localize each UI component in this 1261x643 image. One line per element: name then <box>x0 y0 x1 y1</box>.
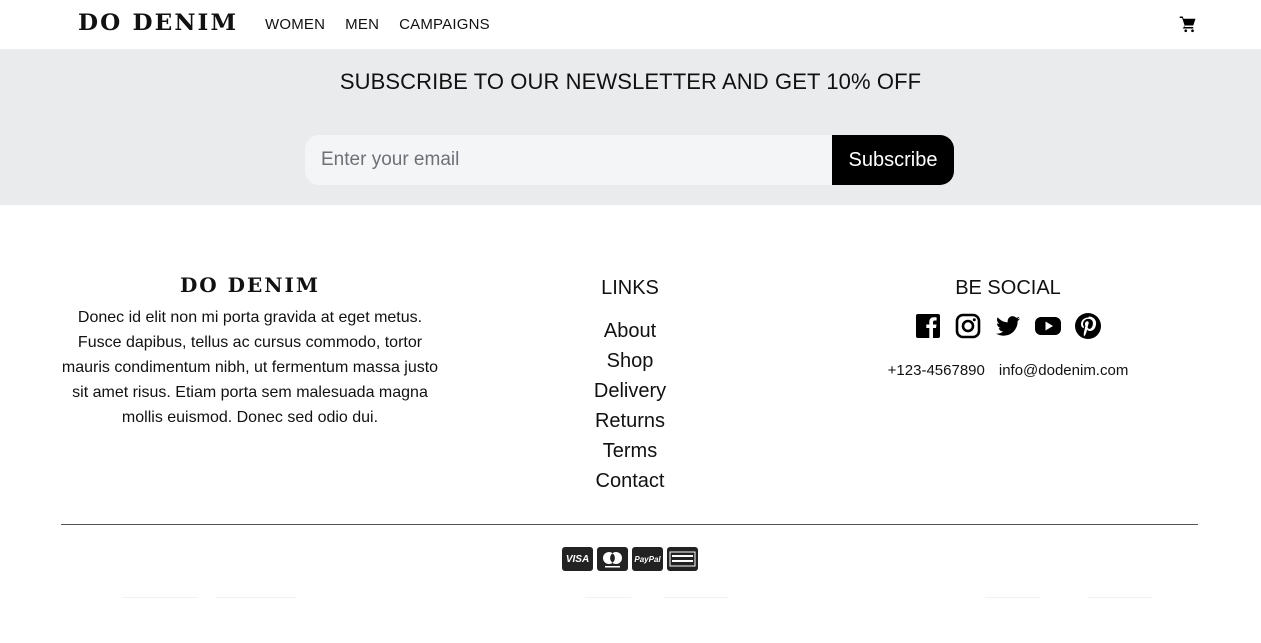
faint-element <box>1088 597 1152 598</box>
faint-element <box>985 597 1041 598</box>
footer-link-terms[interactable]: Terms <box>530 436 730 466</box>
links-title: LINKS <box>601 277 659 299</box>
footer-link-contact[interactable]: Contact <box>530 466 730 496</box>
twitter-icon[interactable] <box>994 312 1022 340</box>
faint-element <box>585 597 631 598</box>
instagram-icon[interactable] <box>954 312 982 340</box>
email-input[interactable] <box>305 135 833 185</box>
faint-element <box>664 597 728 598</box>
faint-element <box>122 597 198 598</box>
nav-item-campaigns[interactable]: CAMPAIGNS <box>399 16 490 33</box>
footer-about: DO DENIM Donec id elit non mi porta grav… <box>60 273 440 430</box>
paypal-icon: PayPal <box>632 547 663 571</box>
paypal-label: PayPal <box>634 554 661 564</box>
footer-link-shop[interactable]: Shop <box>530 346 730 376</box>
contact-line: +123-4567890 info@dodenim.com <box>858 362 1158 379</box>
about-text: Donec id elit non mi porta gravida at eg… <box>61 309 439 426</box>
newsletter-section: SUBSCRIBE TO OUR NEWSLETTER AND GET 10% … <box>0 49 1261 205</box>
site-logo[interactable]: DO DENIM <box>78 10 238 36</box>
main-nav: WOMEN MEN CAMPAIGNS <box>265 16 490 33</box>
footer-links: LINKS About Shop Delivery Returns Terms … <box>530 277 730 496</box>
links-list: About Shop Delivery Returns Terms Contac… <box>530 316 730 496</box>
payment-methods: VISA PayPal <box>562 547 698 571</box>
footer-divider <box>61 524 1198 525</box>
facebook-icon[interactable] <box>914 312 942 340</box>
nav-item-men[interactable]: MEN <box>345 16 379 33</box>
social-icons <box>858 312 1158 340</box>
newsletter-title: SUBSCRIBE TO OUR NEWSLETTER AND GET 10% … <box>339 69 922 94</box>
footer-social: BE SOCIAL +123-4567890 info@dodenim.com <box>858 277 1158 379</box>
social-title: BE SOCIAL <box>955 277 1061 299</box>
contact-email[interactable]: info@dodenim.com <box>999 362 1128 379</box>
mastercard-icon <box>597 547 628 571</box>
footer-link-returns[interactable]: Returns <box>530 406 730 436</box>
american-express-icon <box>667 547 698 571</box>
faint-element <box>216 597 296 598</box>
visa-label: VISA <box>565 553 590 565</box>
footer-link-about[interactable]: About <box>530 316 730 346</box>
cart-icon[interactable] <box>1179 15 1197 33</box>
nav-item-women[interactable]: WOMEN <box>265 16 325 33</box>
pinterest-icon[interactable] <box>1074 312 1102 340</box>
subscribe-button[interactable]: Subscribe <box>832 135 954 185</box>
footer-link-delivery[interactable]: Delivery <box>530 376 730 406</box>
site-header: DO DENIM WOMEN MEN CAMPAIGNS <box>0 0 1261 49</box>
footer-logo: DO DENIM <box>179 273 321 297</box>
contact-phone[interactable]: +123-4567890 <box>888 362 985 379</box>
youtube-icon[interactable] <box>1034 312 1062 340</box>
visa-icon: VISA <box>562 547 593 571</box>
